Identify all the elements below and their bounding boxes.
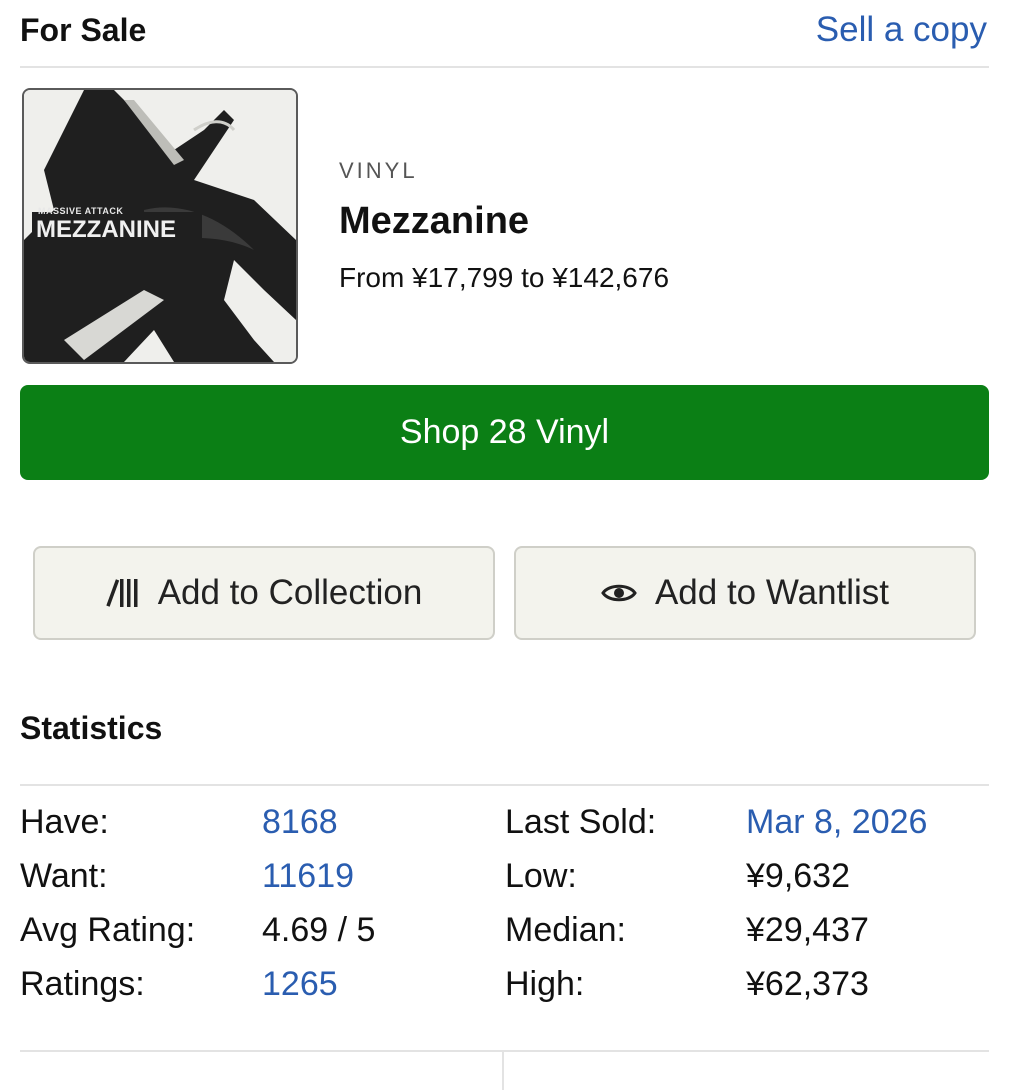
stat-label-ratings: Ratings: [20, 965, 145, 1003]
add-to-wantlist-label: Add to Wantlist [654, 573, 890, 612]
album-cover[interactable]: MASSIVE ATTACK MEZZANINE [22, 88, 298, 364]
stat-value-ratings[interactable]: 1265 [262, 965, 338, 1004]
divider [20, 1050, 989, 1052]
release-format: VINYL [339, 158, 418, 183]
cover-title-text: MEZZANINE [36, 216, 176, 243]
stat-value-want[interactable]: 11619 [262, 857, 354, 896]
column-divider [502, 1050, 504, 1090]
stat-label-median: Median: [505, 911, 626, 949]
stat-value-low: ¥9,632 [746, 857, 850, 895]
add-to-collection-label: Add to Collection [157, 573, 423, 612]
shop-vinyl-button[interactable]: Shop 28 Vinyl [20, 385, 989, 480]
stat-value-last-sold[interactable]: Mar 8, 2026 [746, 803, 927, 842]
vinyl-collection-icon [106, 578, 140, 608]
divider [20, 784, 989, 786]
stat-label-have: Have: [20, 803, 109, 841]
add-to-wantlist-button[interactable]: Add to Wantlist [514, 546, 976, 640]
stat-value-have[interactable]: 8168 [262, 803, 338, 842]
divider [20, 66, 989, 68]
stat-value-median: ¥29,437 [746, 911, 869, 949]
stat-label-avg-rating: Avg Rating: [20, 911, 196, 949]
shop-vinyl-label: Shop 28 Vinyl [399, 413, 610, 451]
stat-value-high: ¥62,373 [746, 965, 869, 1003]
price-range: From ¥17,799 to ¥142,676 [339, 262, 670, 293]
stat-label-low: Low: [505, 857, 577, 895]
section-title-for-sale: For Sale [20, 12, 147, 48]
sell-a-copy-link[interactable]: Sell a copy [816, 10, 987, 50]
stat-label-want: Want: [20, 857, 108, 895]
add-to-collection-button[interactable]: Add to Collection [33, 546, 495, 640]
release-title[interactable]: Mezzanine [339, 200, 529, 243]
cover-artist-text: MASSIVE ATTACK [38, 206, 124, 216]
stat-value-avg-rating: 4.69 / 5 [262, 911, 376, 949]
stat-label-last-sold: Last Sold: [505, 803, 657, 841]
for-sale-header: For Sale Sell a copy [20, 10, 989, 68]
eye-icon [601, 581, 637, 605]
stat-label-high: High: [505, 965, 585, 1003]
statistics-title: Statistics [20, 710, 163, 746]
